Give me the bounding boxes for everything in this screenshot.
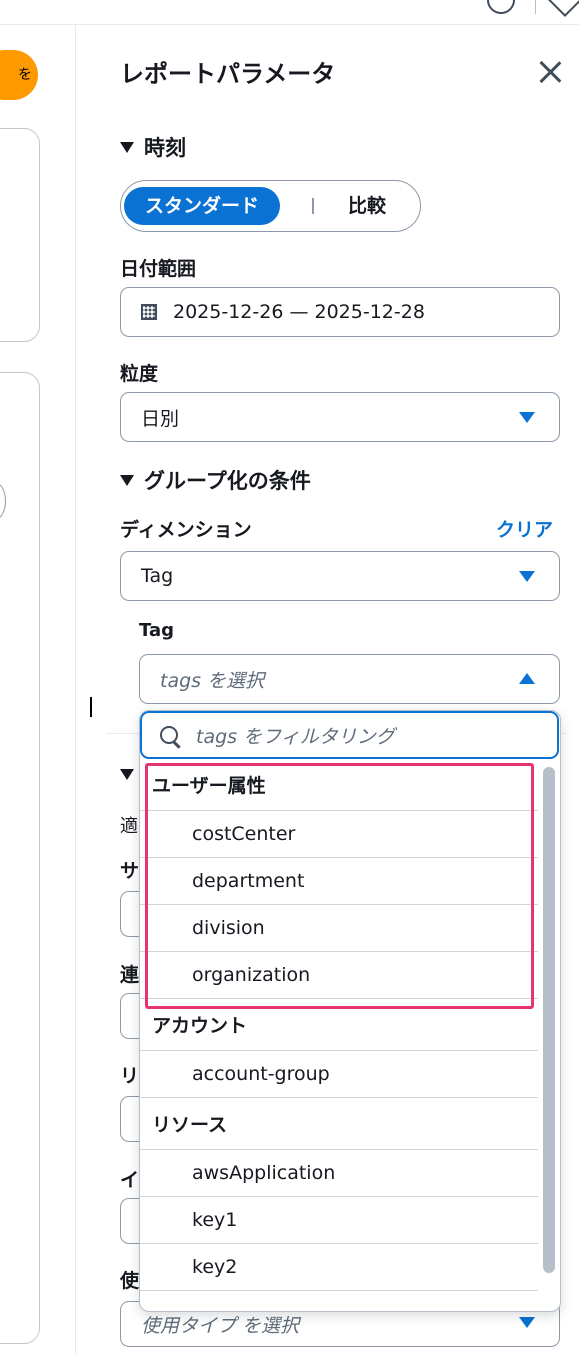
scrollbar-thumb[interactable]: [543, 767, 555, 1273]
primary-action-button[interactable]: を: [0, 50, 38, 100]
option-account-group[interactable]: account-group: [140, 1051, 538, 1098]
caret-down-icon: [120, 474, 134, 486]
dimension-select[interactable]: Tag: [120, 551, 560, 601]
panel-divider: [75, 25, 76, 1354]
background-label-fragment: リ: [120, 1065, 140, 1087]
group-section-heading: グループ化の条件: [144, 469, 311, 493]
chevron-down-icon: [519, 412, 535, 423]
close-icon[interactable]: [536, 58, 564, 86]
tag-option-list: ユーザー属性 costCenter department division or…: [140, 759, 538, 1291]
background-label-fragment: 使: [120, 1270, 140, 1292]
segment-compare[interactable]: 比較: [327, 187, 407, 225]
caret-down-icon: [120, 765, 134, 784]
granularity-select[interactable]: 日別: [120, 392, 560, 442]
chevron-down-icon: [519, 1317, 535, 1328]
option-key2[interactable]: key2: [140, 1244, 538, 1291]
settings-icon[interactable]: [548, 0, 579, 17]
granularity-label: 粒度: [120, 363, 159, 385]
filter-description-fragment: 適: [120, 816, 138, 837]
dropdown-scrollbar[interactable]: [540, 761, 556, 1309]
tag-label: Tag: [139, 620, 174, 641]
option-key1[interactable]: key1: [140, 1197, 538, 1244]
dimension-value: Tag: [141, 565, 174, 587]
tag-select[interactable]: tags を選択: [139, 654, 560, 704]
option-department[interactable]: department: [140, 858, 538, 905]
background-label-fragment: サ: [120, 860, 140, 882]
search-icon: [160, 726, 178, 744]
chevron-down-icon: [519, 571, 535, 582]
segment-standard[interactable]: スタンダード: [124, 187, 280, 225]
option-awsapplication[interactable]: awsApplication: [140, 1150, 538, 1197]
time-section-heading: 時刻: [144, 136, 186, 160]
date-range-label: 日付範囲: [120, 258, 197, 280]
background-card: [0, 372, 40, 1344]
date-range-value: 2025-12-26 — 2025-12-28: [173, 301, 425, 323]
chevron-up-icon: [519, 673, 535, 684]
option-division[interactable]: division: [140, 905, 538, 952]
option-group-user-attributes: ユーザー属性: [140, 759, 538, 811]
background-label-fragment: 連: [120, 964, 140, 986]
granularity-value: 日別: [141, 407, 180, 430]
mode-segmented-control: スタンダード 比較: [120, 180, 421, 232]
background-label-fragment: イ: [120, 1169, 140, 1191]
usage-type-placeholder: 使用タイプ を選択: [141, 1314, 300, 1337]
group-section-toggle[interactable]: グループ化の条件: [120, 465, 311, 495]
time-section-toggle[interactable]: 時刻: [120, 132, 186, 162]
tag-filter-input[interactable]: tags をフィルタリング: [140, 711, 559, 759]
toolbar-separator: [535, 0, 536, 14]
panel-title: レポートパラメータ: [120, 60, 336, 88]
dimension-label: ディメンション: [120, 519, 252, 541]
text-cursor: [90, 697, 92, 717]
option-organization[interactable]: organization: [140, 952, 538, 999]
help-icon[interactable]: [487, 0, 515, 14]
tag-filter-placeholder: tags をフィルタリング: [196, 725, 395, 748]
calendar-icon: [141, 304, 157, 320]
caret-down-icon: [120, 141, 134, 153]
option-group-account: アカウント: [140, 999, 538, 1051]
option-costcenter[interactable]: costCenter: [140, 811, 538, 858]
tag-dropdown: tags をフィルタリング ユーザー属性 costCenter departme…: [139, 710, 561, 1312]
date-range-input[interactable]: 2025-12-26 — 2025-12-28: [120, 287, 560, 337]
clear-link[interactable]: クリア: [496, 515, 553, 542]
tag-select-placeholder: tags を選択: [160, 669, 265, 692]
option-group-resource: リソース: [140, 1098, 538, 1150]
background-card: [0, 128, 40, 342]
top-divider: [0, 24, 579, 25]
segment-separator: [312, 198, 314, 214]
